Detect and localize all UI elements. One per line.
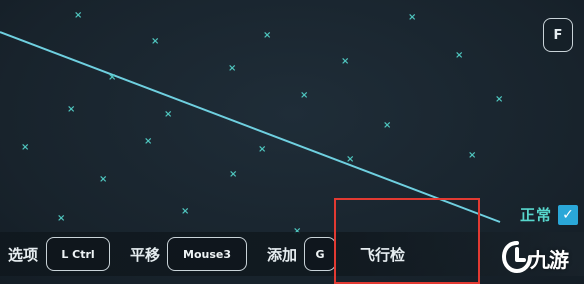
key-mouse3-button[interactable]: Mouse3 bbox=[167, 237, 247, 271]
map-marker-icon: × bbox=[74, 10, 83, 21]
map-marker-icon: × bbox=[21, 142, 30, 153]
add-label: 添加 bbox=[267, 246, 298, 264]
map-marker-icon: × bbox=[383, 120, 392, 131]
key-g-button[interactable]: G bbox=[304, 237, 336, 271]
checkbox-checked-icon[interactable]: ✓ bbox=[558, 204, 578, 225]
watermark: 九游 bbox=[502, 234, 584, 282]
map-marker-icon: × bbox=[164, 109, 173, 120]
key-lctrl-button[interactable]: L Ctrl bbox=[46, 237, 110, 271]
map-marker-icon: × bbox=[229, 169, 238, 180]
pan-label: 平移 bbox=[130, 246, 161, 264]
map-marker-icon: × bbox=[341, 56, 350, 67]
map-marker-icon: × bbox=[408, 12, 417, 23]
status-label: 正常 bbox=[519, 206, 552, 224]
map-marker-icon: × bbox=[346, 154, 355, 165]
map-marker-icon: × bbox=[495, 94, 504, 105]
map-marker-icon: × bbox=[300, 90, 309, 101]
map-marker-icon: × bbox=[263, 30, 272, 41]
status-toggle[interactable]: 正常 ✓ bbox=[520, 204, 578, 225]
jiuyou-logo-icon bbox=[502, 241, 532, 274]
map-marker-icon: × bbox=[468, 150, 477, 161]
key-f-button[interactable]: F bbox=[543, 18, 573, 52]
map-marker-icon: × bbox=[455, 50, 464, 61]
map-marker-icon: × bbox=[228, 63, 237, 74]
watermark-text: 九游 bbox=[530, 248, 569, 272]
map-marker-icon: × bbox=[151, 36, 160, 47]
map-marker-icon: × bbox=[67, 104, 76, 115]
map-marker-icon: × bbox=[57, 213, 66, 224]
map-marker-icon: × bbox=[99, 174, 108, 185]
options-label: 选项 bbox=[8, 246, 39, 264]
map-marker-icon: × bbox=[181, 206, 190, 217]
highlight-box bbox=[334, 198, 480, 284]
map-marker-icon: × bbox=[108, 72, 117, 83]
map-marker-icon: × bbox=[258, 144, 267, 155]
map-marker-icon: × bbox=[144, 136, 153, 147]
